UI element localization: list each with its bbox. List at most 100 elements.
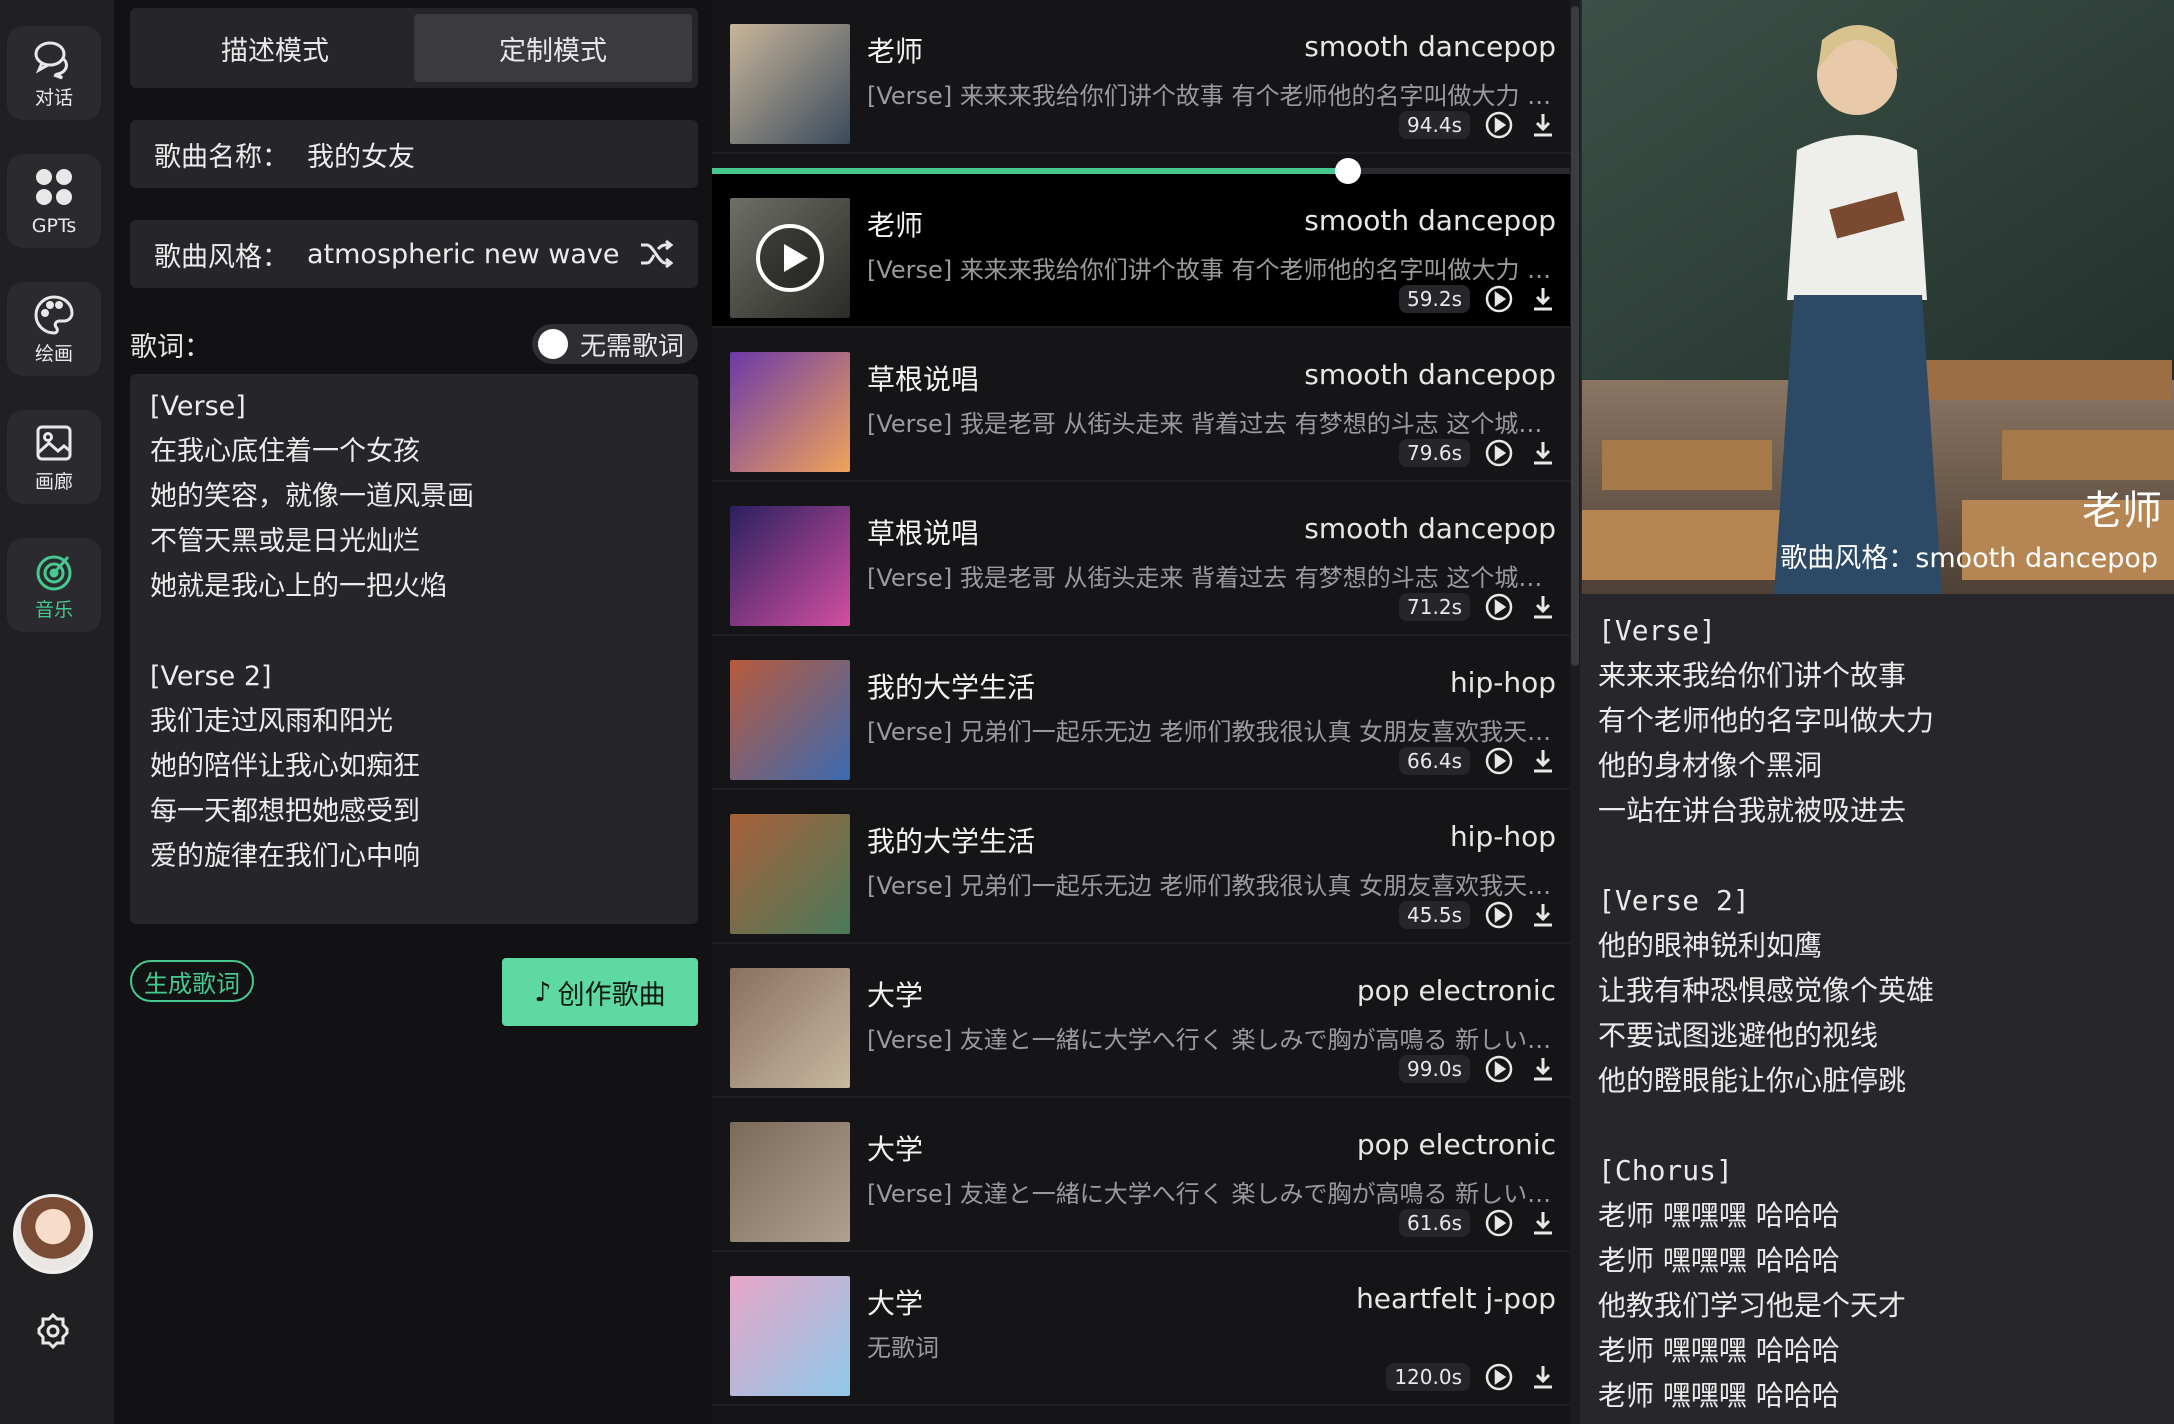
play-icon[interactable] xyxy=(1484,284,1514,314)
play-icon[interactable] xyxy=(1484,438,1514,468)
nav-item-music[interactable]: 音乐 xyxy=(7,538,101,632)
download-icon[interactable] xyxy=(1528,1362,1558,1392)
song-lyric-preview: [Verse] 兄弟们一起乐无边 老师们教我很认真 女朋友喜欢我天天陪伴 xyxy=(867,718,1557,746)
lyrics-textarea[interactable]: [Verse] 在我心底住着一个女孩 她的笑容，就像一道风景画 不管天黑或是日光… xyxy=(130,374,698,924)
download-icon[interactable] xyxy=(1528,438,1558,468)
song-item[interactable]: 草根说唱 smooth dancepop [Verse] 我是老哥 从街头走来 … xyxy=(712,482,1572,636)
detail-style-label: 歌曲风格： xyxy=(1780,543,1916,574)
song-item[interactable]: 我的大学生活 hip-hop [Verse] 兄弟们一起乐无边 老师们教我很认真… xyxy=(712,790,1572,944)
song-form: 描述模式 定制模式 歌曲名称： 我的女友 歌曲风格： atmospheric n… xyxy=(114,0,712,1424)
nav-label: 音乐 xyxy=(34,599,73,621)
shuffle-icon[interactable] xyxy=(638,236,674,272)
song-title: 老师 xyxy=(867,35,924,68)
avatar[interactable] xyxy=(13,1194,93,1274)
song-thumbnail[interactable] xyxy=(730,506,850,626)
song-duration: 45.5s xyxy=(1399,901,1470,929)
song-thumbnail[interactable] xyxy=(730,198,850,318)
song-meta: 45.5s xyxy=(1399,900,1558,930)
song-style: smooth dancepop xyxy=(1304,30,1556,63)
download-icon[interactable] xyxy=(1528,746,1558,776)
song-duration: 61.6s xyxy=(1399,1209,1470,1237)
play-icon[interactable] xyxy=(1484,1208,1514,1238)
download-icon[interactable] xyxy=(1528,1208,1558,1238)
song-meta: 120.0s xyxy=(1386,1362,1558,1392)
create-song-button[interactable]: ♪ 创作歌曲 xyxy=(502,958,698,1026)
song-list-scrollbar[interactable] xyxy=(1570,0,1580,1424)
song-style: pop electronic xyxy=(1356,1128,1556,1161)
play-icon[interactable] xyxy=(1484,592,1514,622)
song-thumbnail[interactable] xyxy=(730,24,850,144)
tab-custom-mode[interactable]: 定制模式 xyxy=(414,14,692,82)
play-icon[interactable] xyxy=(1484,110,1514,140)
scrollbar-thumb[interactable] xyxy=(1571,6,1579,666)
grid-icon xyxy=(36,169,72,205)
download-icon[interactable] xyxy=(1528,1054,1558,1084)
song-lyric-preview: 无歌词 xyxy=(867,1334,939,1362)
download-icon[interactable] xyxy=(1528,900,1558,930)
song-lyric-preview: [Verse] 兄弟们一起乐无边 老师们教我很认真 女朋友喜欢我天天陪伴 xyxy=(867,872,1557,900)
no-lyrics-toggle[interactable]: 无需歌词 xyxy=(531,324,698,364)
play-icon[interactable] xyxy=(1484,900,1514,930)
lyric-line: 爱的旋律在我们心中响 xyxy=(150,841,420,872)
song-title: 我的大学生活 xyxy=(867,671,1036,704)
gallery-icon xyxy=(36,425,72,461)
song-item[interactable]: 大学 pop electronic [Verse] 友達と一緒に大学へ行く 楽し… xyxy=(712,1098,1572,1252)
lyric-line: 她的陪伴让我心如痴狂 xyxy=(150,751,420,782)
detail-lyric-line: [Verse] xyxy=(1598,614,1717,647)
download-icon[interactable] xyxy=(1528,110,1558,140)
song-lyric-preview: [Verse] 我是老哥 从街头走来 背着过去 有梦想的斗志 这个城市的霓虹 xyxy=(867,564,1557,592)
download-icon[interactable] xyxy=(1528,592,1558,622)
lyric-line: [Verse] xyxy=(150,391,246,422)
lyric-line: 她的笑容，就像一道风景画 xyxy=(150,481,474,512)
song-style-value[interactable]: atmospheric new wave xyxy=(307,239,620,270)
tab-describe-mode[interactable]: 描述模式 xyxy=(136,14,414,82)
song-item[interactable]: 我的大学生活 hip-hop [Verse] 兄弟们一起乐无边 老师们教我很认真… xyxy=(712,636,1572,790)
lyric-line xyxy=(150,609,678,654)
nav-label: GPTs xyxy=(31,215,77,237)
song-title: 老师 xyxy=(867,209,924,242)
song-title: 大学 xyxy=(867,979,924,1012)
gear-icon[interactable] xyxy=(34,1312,72,1350)
song-lyric-preview: [Verse] 友達と一緒に大学へ行く 楽しみで胸が高鳴る 新しい日々が始まる xyxy=(867,1180,1557,1208)
song-title: 我的大学生活 xyxy=(867,825,1036,858)
playback-progress-bar[interactable] xyxy=(712,158,1572,184)
song-item[interactable]: 老师 smooth dancepop [Verse] 来来来我给你们讲个故事 有… xyxy=(712,174,1572,328)
detail-lyric-line: 他的眼神锐利如鹰 xyxy=(1598,929,1823,962)
nav-item-draw[interactable]: 绘画 xyxy=(7,282,101,376)
play-overlay-icon[interactable] xyxy=(756,224,824,292)
song-item[interactable]: 草根说唱 smooth dancepop [Verse] 我是老哥 从街头走来 … xyxy=(712,328,1572,482)
mode-tabs: 描述模式 定制模式 xyxy=(130,8,698,88)
song-thumbnail[interactable] xyxy=(730,352,850,472)
lyric-line: 我们走过风雨和阳光 xyxy=(150,706,393,737)
play-icon[interactable] xyxy=(1484,1362,1514,1392)
generate-lyrics-button[interactable]: 生成歌词 xyxy=(130,960,254,1002)
detail-style: 歌曲风格：smooth dancepop xyxy=(1780,536,2158,575)
nav-item-gallery[interactable]: 画廊 xyxy=(7,410,101,504)
song-name-field[interactable]: 歌曲名称： 我的女友 xyxy=(130,120,698,188)
song-thumbnail[interactable] xyxy=(730,660,850,780)
nav-rail: 对话 GPTs 绘画 画廊 音乐 xyxy=(0,0,114,1424)
song-name-value[interactable]: 我的女友 xyxy=(307,135,415,174)
nav-item-gpts[interactable]: GPTs xyxy=(7,154,101,248)
nav-item-chat[interactable]: 对话 xyxy=(7,26,101,120)
detail-lyric-line: 老师 嘿嘿嘿 哈哈哈 xyxy=(1598,1334,1840,1367)
song-style-field[interactable]: 歌曲风格： atmospheric new wave xyxy=(130,220,698,288)
song-meta: 59.2s xyxy=(1399,284,1558,314)
play-icon[interactable] xyxy=(1484,1054,1514,1084)
detail-style-value: smooth dancepop xyxy=(1915,543,2158,574)
song-meta: 61.6s xyxy=(1399,1208,1558,1238)
song-item[interactable]: 大学 heartfelt j-pop 无歌词 120.0s xyxy=(712,1252,1572,1406)
song-thumbnail[interactable] xyxy=(730,1276,850,1396)
song-lyric-preview: [Verse] 我是老哥 从街头走来 背着过去 有梦想的斗志 这个城市的霓虹 xyxy=(867,410,1557,438)
lyrics-header: 歌词： 无需歌词 xyxy=(130,322,698,366)
song-thumbnail[interactable] xyxy=(730,968,850,1088)
song-thumbnail[interactable] xyxy=(730,814,850,934)
song-style-label: 歌曲风格： xyxy=(154,241,289,273)
cover-image: 老师 歌曲风格：smooth dancepop xyxy=(1582,0,2174,594)
song-thumbnail[interactable] xyxy=(730,1122,850,1242)
song-duration: 66.4s xyxy=(1399,747,1470,775)
song-item[interactable]: 老师 smooth dancepop [Verse] 来来来我给你们讲个故事 有… xyxy=(712,0,1572,154)
play-icon[interactable] xyxy=(1484,746,1514,776)
download-icon[interactable] xyxy=(1528,284,1558,314)
song-item[interactable]: 大学 pop electronic [Verse] 友達と一緒に大学へ行く 楽し… xyxy=(712,944,1572,1098)
